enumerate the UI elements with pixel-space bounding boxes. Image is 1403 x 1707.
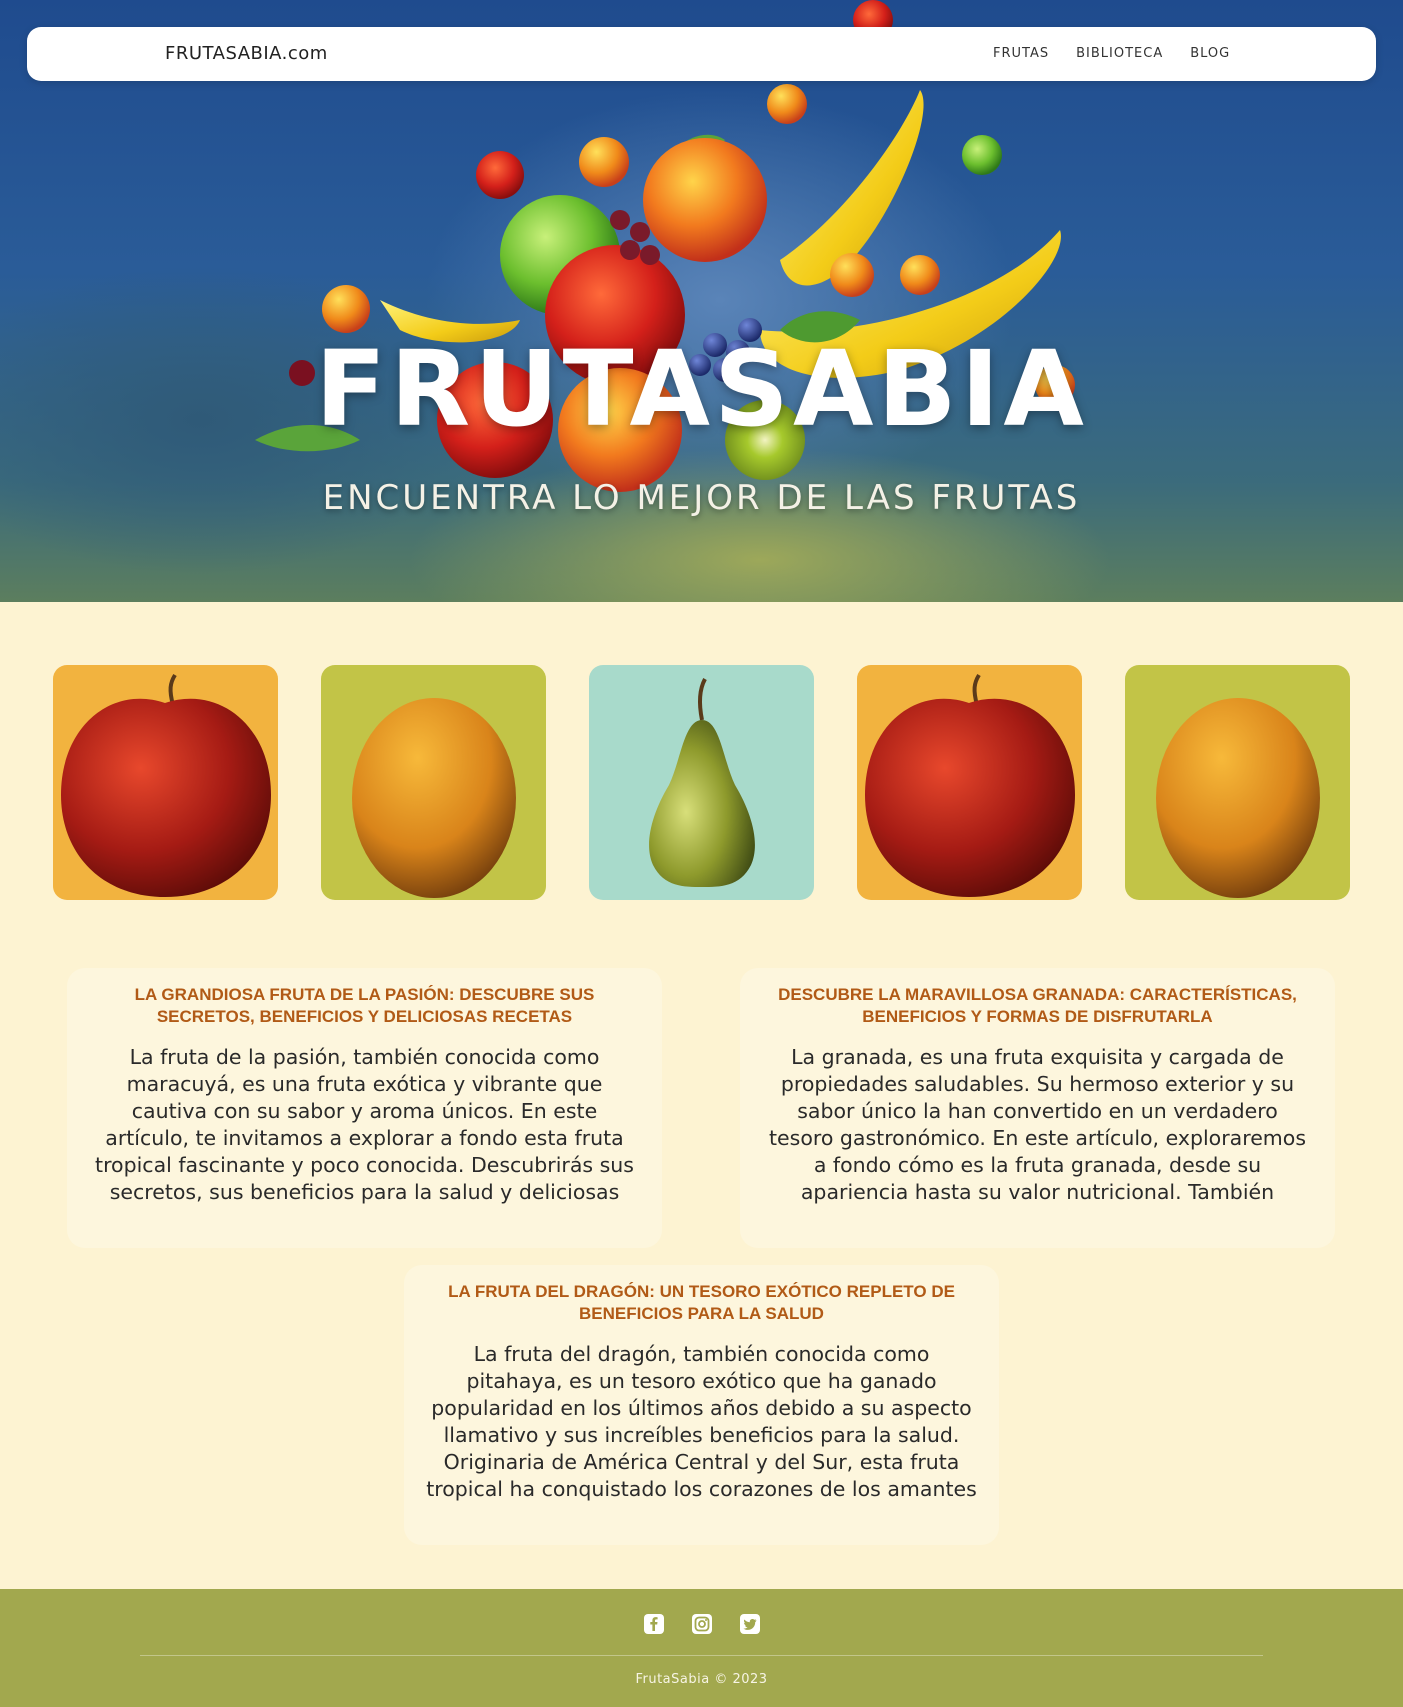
orange-image bbox=[352, 698, 516, 898]
article-title[interactable]: LA FRUTA DEL DRAGÓN: UN TESORO EXÓTICO R… bbox=[426, 1281, 977, 1325]
social-links bbox=[0, 1614, 1403, 1634]
nav-link-biblioteca[interactable]: BIBLIOTECA bbox=[1076, 46, 1163, 61]
orange-image bbox=[1156, 698, 1320, 898]
article-title[interactable]: DESCUBRE LA MARAVILLOSA GRANADA: CARACTE… bbox=[762, 984, 1313, 1028]
article-excerpt: La granada, es una fruta exquisita y car… bbox=[769, 1045, 1306, 1204]
top-navbar: FRUTASABIA.com FRUTAS BIBLIOTECA BLOG bbox=[27, 27, 1376, 81]
fruit-tile-apple[interactable] bbox=[857, 665, 1082, 900]
article-excerpt: La fruta de la pasión, también conocida … bbox=[95, 1045, 634, 1204]
fruit-gallery bbox=[53, 665, 1350, 900]
site-footer: FrutaSabia © 2023 bbox=[0, 1589, 1403, 1707]
fruit-tile-orange[interactable] bbox=[321, 665, 546, 900]
pear-image bbox=[649, 678, 755, 887]
article-title[interactable]: LA GRANDIOSA FRUTA DE LA PASIÓN: DESCUBR… bbox=[89, 984, 640, 1028]
facebook-icon[interactable] bbox=[643, 1614, 664, 1634]
fruit-tile-orange[interactable] bbox=[1125, 665, 1350, 900]
fruit-tile-pear[interactable] bbox=[589, 665, 814, 900]
article-card[interactable]: LA GRANDIOSA FRUTA DE LA PASIÓN: DESCUBR… bbox=[67, 968, 662, 1248]
hero-banner: FRUTASABIA ENCUENTRA LO MEJOR DE LAS FRU… bbox=[0, 0, 1403, 602]
article-excerpt: La fruta del dragón, también conocida co… bbox=[426, 1342, 977, 1501]
twitter-icon[interactable] bbox=[739, 1614, 760, 1634]
apple-image bbox=[61, 673, 271, 897]
nav-link-frutas[interactable]: FRUTAS bbox=[993, 46, 1049, 61]
site-logo[interactable]: FRUTASABIA.com bbox=[165, 43, 328, 64]
article-card[interactable]: LA FRUTA DEL DRAGÓN: UN TESORO EXÓTICO R… bbox=[404, 1265, 999, 1545]
nav-links: FRUTAS BIBLIOTECA BLOG bbox=[993, 46, 1257, 61]
fruit-tile-apple[interactable] bbox=[53, 665, 278, 900]
nav-link-blog[interactable]: BLOG bbox=[1190, 46, 1230, 61]
article-card[interactable]: DESCUBRE LA MARAVILLOSA GRANADA: CARACTE… bbox=[740, 968, 1335, 1248]
copyright-text: FrutaSabia © 2023 bbox=[635, 1672, 768, 1687]
hero-subtitle: ENCUENTRA LO MEJOR DE LAS FRUTAS bbox=[322, 478, 1081, 518]
instagram-icon[interactable] bbox=[691, 1614, 712, 1634]
apple-image bbox=[865, 673, 1075, 897]
hero-title: FRUTASABIA bbox=[315, 328, 1088, 450]
footer-divider bbox=[140, 1655, 1263, 1656]
